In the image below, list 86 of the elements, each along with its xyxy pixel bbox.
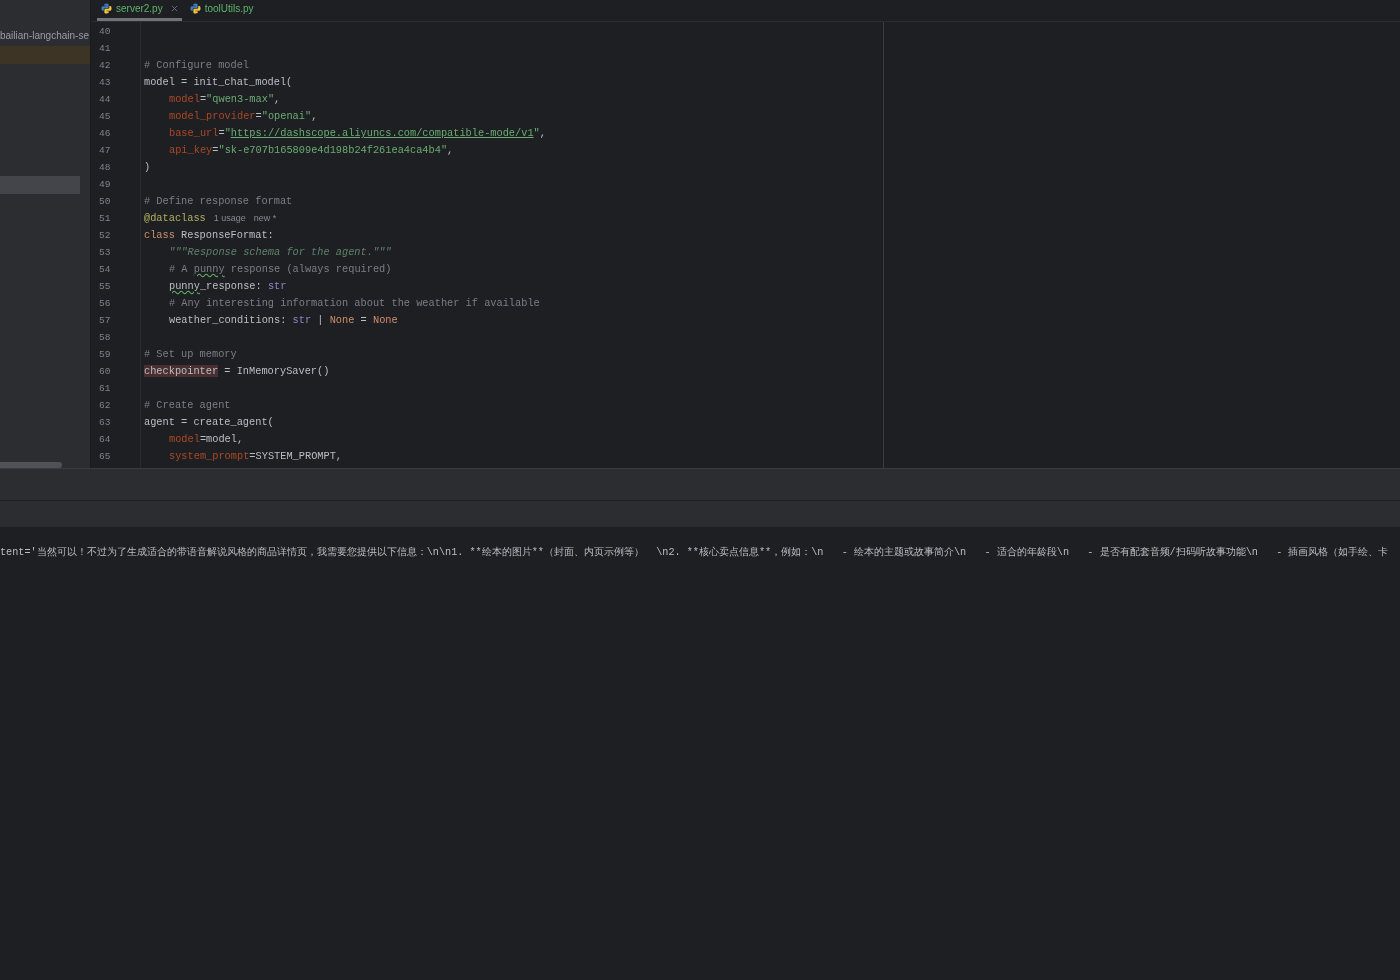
string-literal: " — [533, 127, 540, 139]
code-text: = — [255, 110, 262, 122]
code-comment: # Define response format — [144, 195, 293, 207]
line-number: 41 — [99, 43, 111, 54]
line-number: 50 — [99, 196, 111, 207]
code-text: =model, — [199, 433, 244, 445]
line-number: 54 — [99, 264, 111, 275]
highlighted-identifier: checkpointer — [144, 365, 219, 377]
constant: None — [372, 314, 398, 326]
project-folder-label[interactable]: bailian-langchain-se — [0, 29, 89, 42]
keyword: class — [144, 229, 175, 241]
code-text: , — [311, 110, 318, 122]
code-comment: # Any interesting information about the weather if available — [169, 297, 540, 309]
line-number: 58 — [99, 332, 111, 343]
line-number: 45 — [99, 111, 111, 122]
code-comment: # Set up memory — [144, 348, 237, 360]
inlay-hint[interactable]: 1 usage — [213, 213, 246, 223]
line-number: 57 — [99, 315, 111, 326]
python-file-icon — [189, 3, 201, 14]
string-literal: " — [224, 127, 231, 139]
parameter-name: base_url — [169, 127, 219, 139]
line-number: 63 — [99, 417, 111, 428]
string-literal: "sk-e707b165809e4d198b24f261ea4ca4b4" — [218, 144, 448, 156]
line-number: 49 — [99, 179, 111, 190]
line-number: 60 — [99, 366, 111, 377]
type-name: str — [267, 280, 287, 292]
parameter-name: system_prompt — [169, 450, 250, 462]
code-text: ) — [144, 161, 151, 173]
line-number: 55 — [99, 281, 111, 292]
tree-row[interactable] — [0, 46, 90, 64]
line-number: 40 — [99, 26, 111, 37]
console-output: tent='当然可以！不过为了生成适合的带语音解说风格的商品详情页，我需要您提供以下信息：\n\n1. **绘本的图片**（封面、内页示例等） \n2. **核心卖点信息**，例如：\n - 绘本的主题或故事简介\n - 适合的年龄段\n - 是否有配套音频/扫码听故事功能\n - 插画风格（如手绘、卡 — [0, 545, 1389, 560]
code-text: = InMemorySaver() — [223, 365, 330, 377]
parameter-name: model_provider — [169, 110, 256, 122]
code-comment: # A — [169, 263, 189, 275]
code-comment: # Create agent — [144, 399, 231, 411]
code-text: = — [359, 314, 368, 326]
code-text: _response: — [199, 280, 263, 292]
parameter-name: api_key — [169, 144, 213, 156]
python-file-icon — [101, 3, 112, 14]
code-text: weather_conditions: — [169, 314, 288, 326]
code-text: = — [212, 144, 219, 156]
line-number: 48 — [99, 162, 111, 173]
line-number: 52 — [99, 230, 111, 241]
close-icon[interactable] — [170, 5, 178, 12]
line-number: 59 — [99, 349, 111, 360]
line-number: 62 — [99, 400, 111, 411]
code-text: =SYSTEM_PROMPT, — [249, 450, 343, 462]
code-text: = — [199, 93, 207, 105]
code-text: ResponseFormat: — [180, 229, 274, 241]
code-text: | — [316, 314, 325, 326]
line-number: 42 — [99, 60, 111, 71]
code-comment: punny — [193, 263, 225, 275]
line-number: 43 — [99, 77, 111, 88]
line-number: 56 — [99, 298, 111, 309]
editor-tab[interactable]: server2.py — [97, 0, 182, 21]
scrollbar[interactable] — [0, 462, 62, 468]
string-literal: "openai" — [261, 110, 312, 122]
line-number: 44 — [99, 94, 111, 105]
line-number: 51 — [99, 213, 111, 224]
code-text: punny — [169, 280, 200, 292]
code-text: agent = create_agent( — [144, 416, 274, 428]
inlay-hint[interactable]: new * — [253, 213, 277, 223]
url-link[interactable]: https://dashscope.aliyuncs.com/compatible-mode/v1 — [230, 127, 534, 139]
line-number: 46 — [99, 128, 111, 139]
editor-tab[interactable]: toolUtils.py — [185, 0, 258, 21]
line-number: 53 — [99, 247, 111, 258]
constant: None — [329, 314, 355, 326]
code-text: , — [539, 127, 546, 139]
type-name: str — [292, 314, 312, 326]
code-comment: response (always required) — [229, 263, 392, 275]
line-number: 64 — [99, 434, 111, 445]
code-text: , — [274, 93, 281, 105]
docstring: """Response schema for the agent.""" — [169, 246, 392, 258]
decorator: @dataclass — [144, 212, 206, 224]
line-number: 65 — [99, 451, 111, 462]
code-comment: # Configure model — [144, 59, 250, 71]
line-number: 47 — [99, 145, 111, 156]
code-text: model = init_chat_model( — [144, 76, 293, 88]
tree-row[interactable] — [0, 176, 80, 194]
code-text: = — [218, 127, 225, 139]
line-number: 61 — [99, 383, 111, 394]
string-literal: "qwen3-max" — [206, 93, 275, 105]
parameter-name: model — [169, 433, 200, 445]
parameter-name: model — [169, 93, 200, 105]
code-text: , — [447, 144, 454, 156]
